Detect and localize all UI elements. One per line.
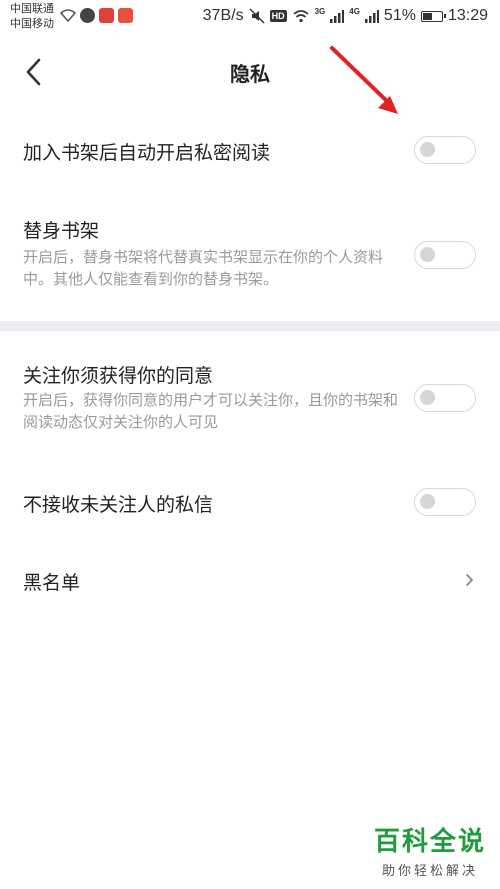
watermark-logo: 百科全说 助你轻松解决 [374,821,486,879]
annotation-arrow [330,46,398,114]
wifi-icon [60,9,76,22]
toggle-decoy-bookshelf[interactable] [414,241,476,269]
setting-title: 加入书架后自动开启私密阅读 [23,142,271,164]
setting-title: 关注你须获得你的同意 [23,365,214,387]
toggle-knob [420,390,435,405]
net-speed: 37B/s [202,7,244,24]
watermark-subtitle: 助你轻松解决 [381,864,478,879]
net-4g-label: 4G [349,7,360,16]
setting-row-decoy-bookshelf: 替身书架 开启后，替身书架将代替真实书架显示在你的个人资料中。其他人仅能查看到你… [0,212,500,302]
mute-icon [249,8,265,24]
setting-title: 替身书架 [23,220,100,242]
netease-music-icon [99,8,114,23]
hd-badge: HD [269,10,287,22]
carrier-2: 中国移动 [10,18,54,30]
signal-icon [330,10,345,23]
setting-description: 开启后，获得你同意的用户才可以关注你，且你的书架和阅读动态仅对关注你的人可见 [23,391,399,431]
blacklist-title: 黑名单 [23,572,81,594]
notification-icons [60,8,133,23]
toggle-knob [420,247,435,262]
toggle-message-filter[interactable] [414,488,476,516]
blacklist-row[interactable]: 黑名单 [0,556,500,606]
section-divider [0,321,500,331]
watermark-title: 百科全说 [373,827,486,857]
setting-description: 开启后，替身书架将代替真实书架显示在你的个人资料中。其他人仅能查看到你的替身书架… [23,248,384,288]
wifi-signal-icon [293,10,309,23]
toggle-private-reading[interactable] [414,136,476,164]
battery-percent: 51% [383,7,416,24]
carrier-labels: 中国联通 中国移动 [10,2,54,32]
net-3g-label: 3G [314,7,326,16]
page-title: 隐私 [230,62,270,86]
setting-row-private-reading: 加入书架后自动开启私密阅读 [0,130,500,174]
chat-icon [80,8,95,23]
status-bar: 中国联通 中国移动 37B/s HD 3G 4G 51% 13:29 [0,0,500,36]
chevron-right-icon [466,574,473,586]
setting-title: 不接收未关注人的私信 [23,494,214,516]
status-right: 37B/s HD 3G 4G 51% 13:29 [203,7,488,25]
app-icon [118,8,133,23]
header-bar: 隐私 [0,40,500,104]
toggle-knob [420,494,435,509]
battery-fill [422,12,432,20]
setting-row-message-filter: 不接收未关注人的私信 [0,480,500,524]
signal-icon-2 [364,10,379,23]
battery-icon [420,10,446,22]
clock: 13:29 [447,7,488,24]
toggle-follow-approval[interactable] [414,384,476,412]
setting-row-follow-approval: 关注你须获得你的同意 开启后，获得你同意的用户才可以关注你，且你的书架和阅读动态… [0,357,500,447]
toggle-knob [420,142,435,157]
carrier-1: 中国联通 [10,3,54,15]
